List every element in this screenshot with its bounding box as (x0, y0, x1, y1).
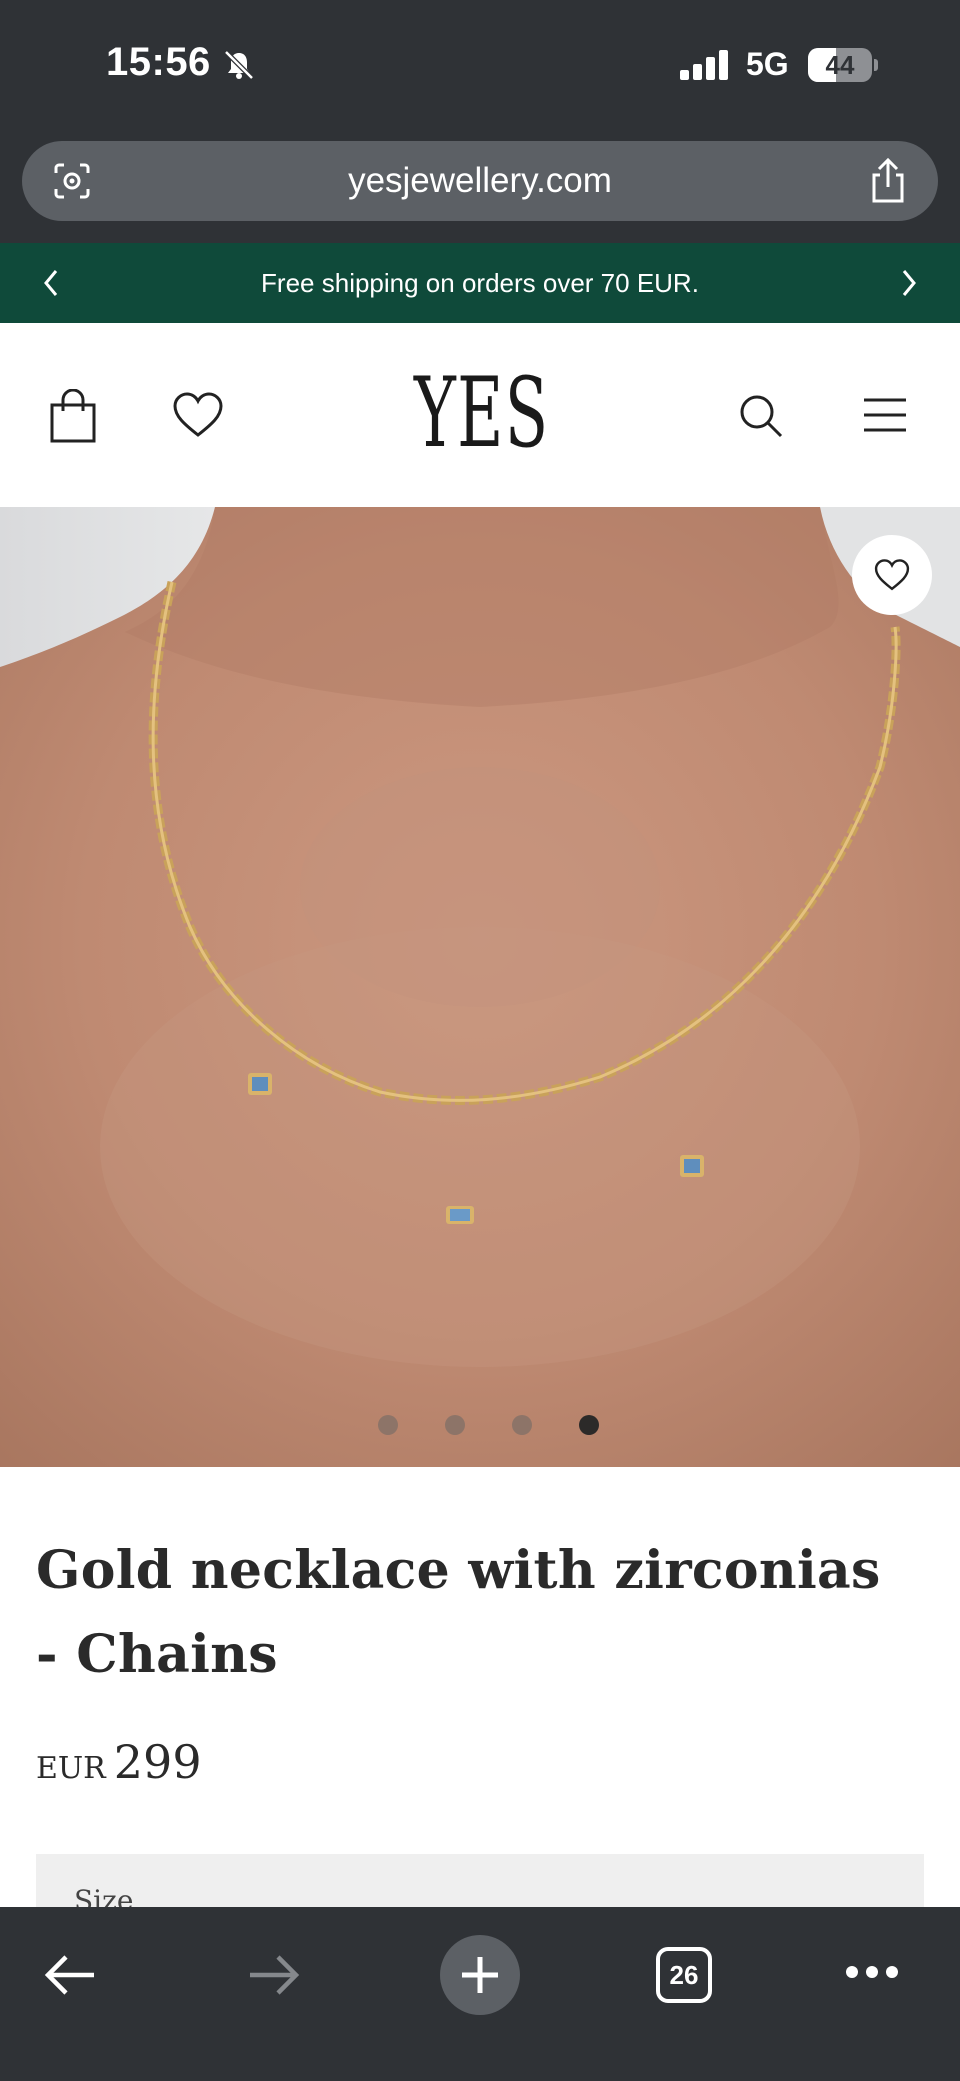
carousel-dots (0, 1415, 960, 1435)
search-icon[interactable] (738, 393, 784, 439)
price-value: 299 (113, 1735, 202, 1789)
product-price: EUR 299 (36, 1735, 202, 1789)
browser-toolbar: 26 (0, 1907, 960, 2081)
back-arrow-icon[interactable] (42, 1953, 98, 1997)
new-tab-button[interactable] (440, 1935, 520, 2015)
plus-icon (462, 1957, 498, 1993)
product-photo (0, 507, 960, 1467)
zirconia-stone-right (680, 1155, 704, 1177)
status-time: 15:56 (106, 40, 211, 84)
zirconia-stone-left (248, 1073, 272, 1095)
promo-banner: Free shipping on orders over 70 EUR. (0, 243, 960, 323)
site-logo[interactable]: YES (414, 363, 548, 463)
carousel-dot[interactable] (512, 1415, 532, 1435)
size-label: Size (74, 1884, 134, 1907)
bell-slash-icon (224, 50, 254, 80)
carousel-dot[interactable] (378, 1415, 398, 1435)
zirconia-stone-center (446, 1206, 474, 1224)
address-bar[interactable]: yesjewellery.com (22, 141, 938, 221)
price-currency: EUR (36, 1751, 106, 1786)
forward-arrow-icon[interactable] (246, 1953, 302, 1997)
url-text[interactable]: yesjewellery.com (22, 141, 938, 221)
site-header: YES (0, 323, 960, 507)
wishlist-heart-icon[interactable] (172, 391, 224, 439)
promo-text: Free shipping on orders over 70 EUR. (261, 268, 699, 298)
network-label: 5G (746, 46, 789, 82)
lens-search-icon[interactable] (50, 159, 94, 203)
heart-icon (874, 559, 910, 591)
battery-percent: 44 (825, 50, 855, 80)
size-selector[interactable]: Size (36, 1854, 924, 1907)
carousel-dot[interactable] (579, 1415, 599, 1435)
product-info: Gold necklace with zirconias - Chains EU… (0, 1467, 960, 1907)
tab-switcher-button[interactable]: 26 (656, 1947, 712, 2003)
product-title: Gold necklace with zirconias - Chains (36, 1540, 881, 1685)
battery-icon: 44 (808, 48, 878, 82)
product-image-carousel[interactable] (0, 507, 960, 1467)
share-icon[interactable] (866, 157, 910, 205)
browser-address-area: yesjewellery.com (0, 130, 960, 243)
carousel-dot[interactable] (445, 1415, 465, 1435)
status-bar: 15:56 5G 44 (0, 0, 960, 130)
product-favorite-button[interactable] (852, 535, 932, 615)
hamburger-menu-icon[interactable] (862, 395, 908, 435)
signal-icon (680, 50, 728, 80)
chevron-right-icon[interactable] (896, 265, 922, 301)
shopping-bag-icon[interactable] (48, 389, 98, 443)
more-options-icon[interactable] (846, 1965, 898, 1979)
